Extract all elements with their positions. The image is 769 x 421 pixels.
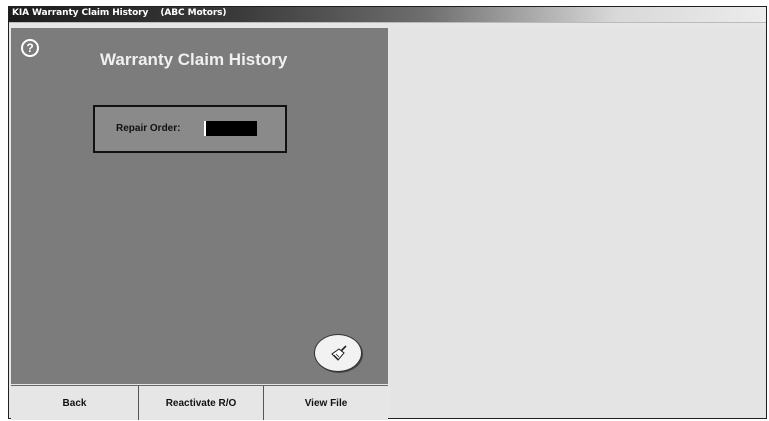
back-button[interactable]: Back xyxy=(11,386,139,420)
detail-area xyxy=(390,28,766,418)
clear-button[interactable] xyxy=(314,334,362,372)
button-bar: Back Reactivate R/O View File xyxy=(11,385,388,420)
claim-history-panel: ? Warranty Claim History Repair Order: xyxy=(11,28,388,384)
repair-order-input[interactable] xyxy=(204,121,257,136)
window-title: KIA Warranty Claim History (ABC Motors) xyxy=(12,8,227,18)
repair-order-label: Repair Order: xyxy=(116,123,181,134)
view-file-button[interactable]: View File xyxy=(264,386,388,420)
page-title: Warranty Claim History xyxy=(100,50,288,69)
repair-order-box: Repair Order: xyxy=(93,105,287,153)
app-window: KIA Warranty Claim History (ABC Motors) … xyxy=(8,6,767,420)
title-bar: KIA Warranty Claim History (ABC Motors) xyxy=(9,7,766,23)
help-icon[interactable]: ? xyxy=(21,39,39,57)
broom-icon xyxy=(331,345,347,361)
reactivate-ro-button[interactable]: Reactivate R/O xyxy=(139,386,264,420)
